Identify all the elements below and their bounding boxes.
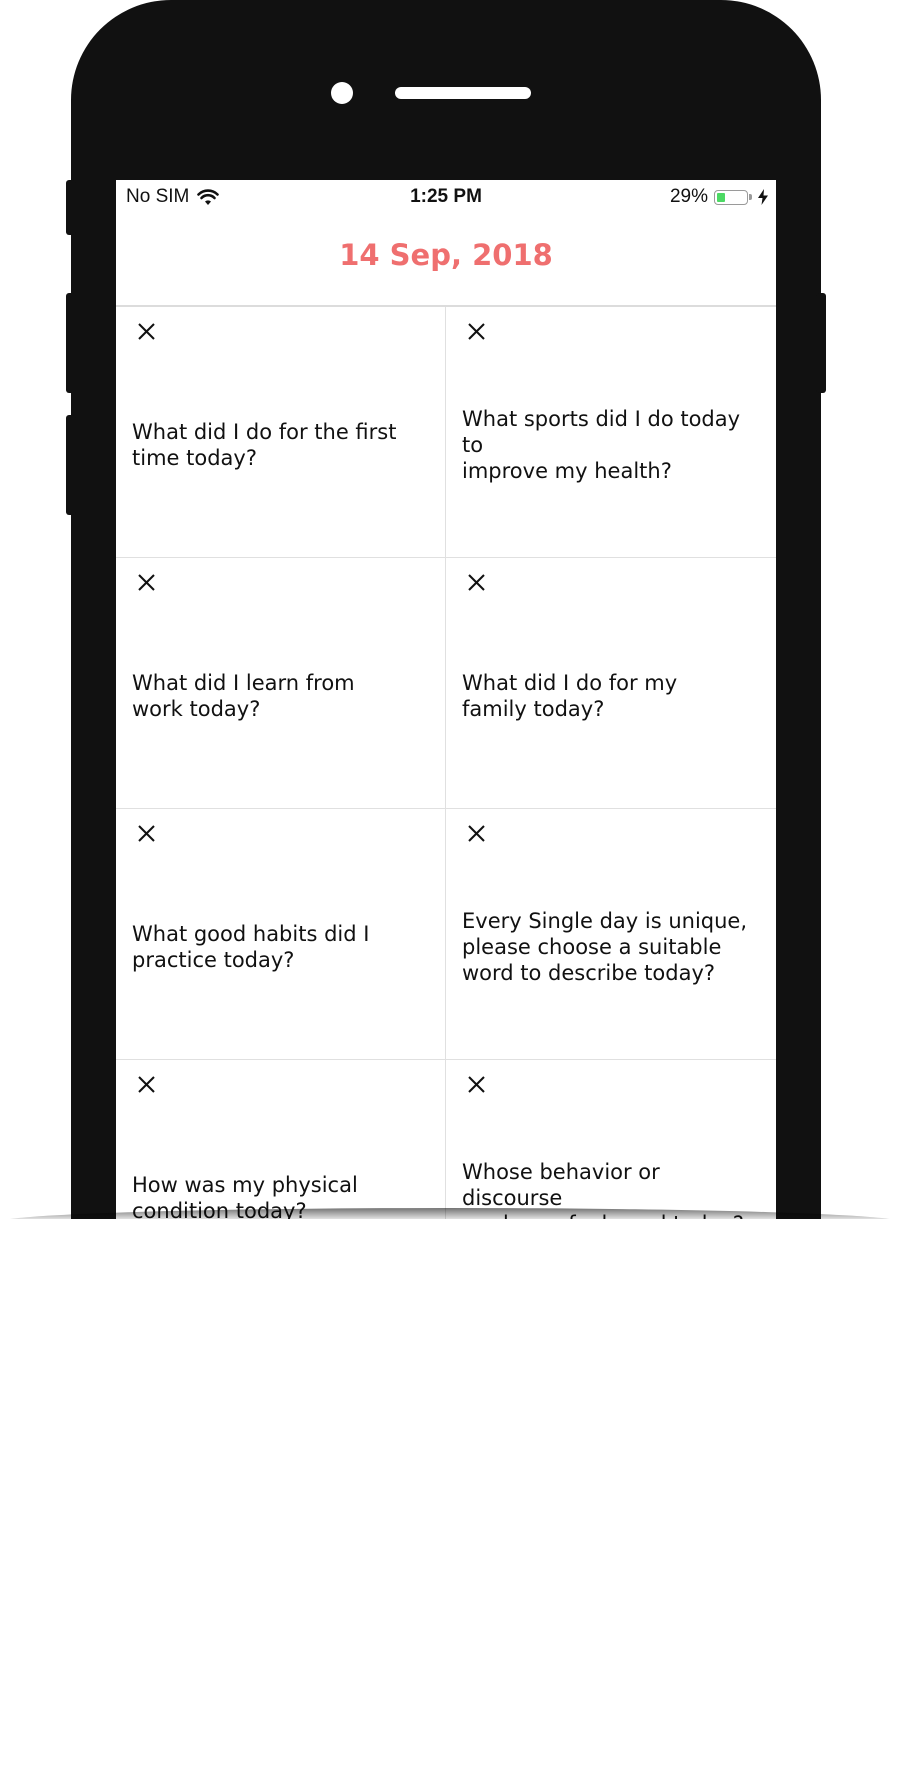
blank-canvas-area — [0, 1219, 900, 1783]
charging-bolt-icon — [758, 189, 768, 205]
battery-icon — [714, 189, 748, 205]
question-text: Whose behavior or discourse made me feel… — [462, 1159, 744, 1221]
question-card[interactable]: What did I learn from work today? — [116, 558, 446, 809]
page-title[interactable]: 14 Sep, 2018 — [116, 238, 776, 272]
battery-level — [717, 192, 725, 202]
question-card[interactable]: What did I do for the first time today? — [116, 307, 446, 558]
battery-cap — [749, 194, 752, 200]
question-text: What sports did I do today to improve my… — [462, 406, 741, 483]
question-text: How was my physical condition today? — [132, 1172, 358, 1221]
question-card[interactable]: Every Single day is unique, please choos… — [446, 809, 776, 1060]
power-button — [816, 293, 826, 393]
question-card[interactable]: How was my physical condition today? — [116, 1060, 446, 1220]
phone-screen: No SIM 1:25 PM 29% 14 Sep, 2018 What did… — [116, 180, 776, 1220]
status-bar: No SIM 1:25 PM 29% — [116, 180, 776, 214]
front-camera — [331, 82, 353, 104]
question-text: What did I learn from work today? — [132, 670, 355, 721]
question-card-grid: What did I do for the first time today? W… — [116, 307, 776, 1220]
earpiece-speaker — [395, 87, 531, 99]
question-card[interactable]: What did I do for my family today? — [446, 558, 776, 809]
mute-switch — [66, 180, 76, 235]
battery-percent: 29% — [669, 186, 708, 207]
question-text: What did I do for the first time today? — [132, 419, 397, 470]
question-card[interactable]: What good habits did I practice today? — [116, 809, 446, 1060]
volume-down-button — [66, 415, 76, 515]
question-text: What did I do for my family today? — [462, 670, 678, 721]
question-text: Every Single day is unique, please choos… — [462, 908, 748, 985]
question-text: What good habits did I practice today? — [132, 921, 370, 972]
question-card[interactable]: Whose behavior or discourse made me feel… — [446, 1060, 776, 1220]
question-card[interactable]: What sports did I do today to improve my… — [446, 307, 776, 558]
date-header: 14 Sep, 2018 — [116, 214, 776, 307]
volume-up-button — [66, 293, 76, 393]
